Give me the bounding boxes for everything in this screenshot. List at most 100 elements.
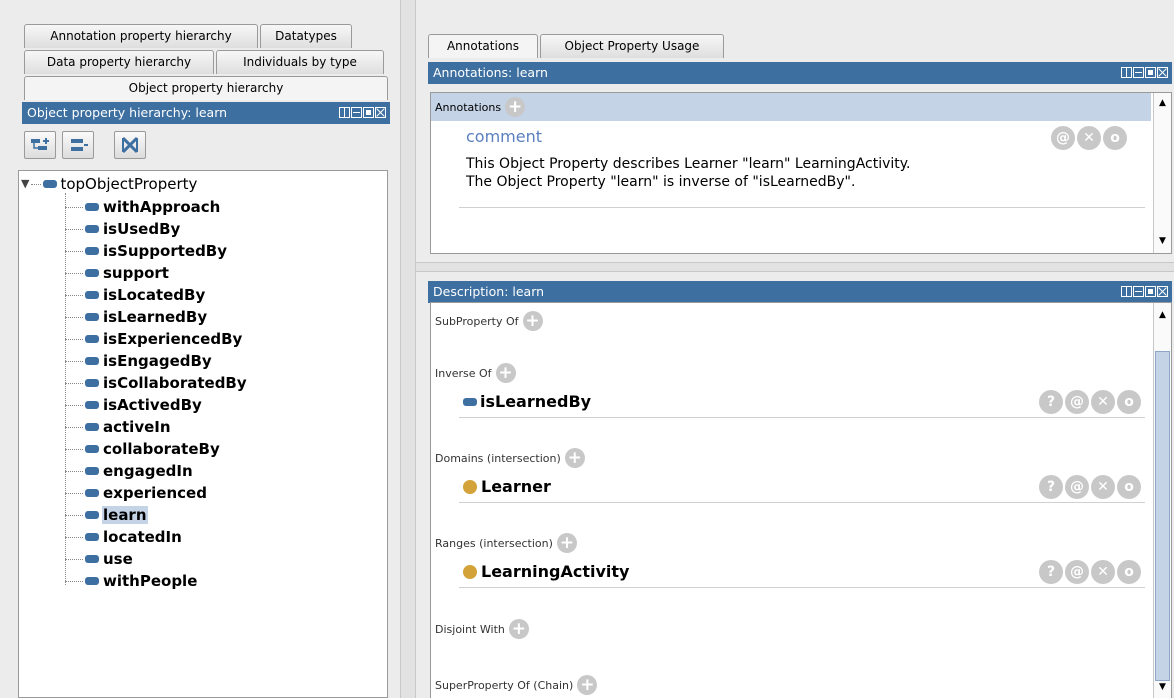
annotations-header-label: Annotations — [435, 100, 502, 114]
add-sub-property-button[interactable] — [24, 131, 56, 159]
pane-splitter[interactable] — [400, 0, 416, 698]
tree-item-isLearnedBy[interactable]: isLearnedBy — [65, 306, 208, 328]
tab-annotations[interactable]: Annotations — [428, 34, 538, 58]
annotate-icon[interactable]: @ — [1065, 475, 1089, 499]
tree-item-label: collaborateBy — [103, 440, 220, 458]
delete-property-button[interactable] — [114, 131, 146, 159]
maximize-icon[interactable] — [1145, 286, 1156, 297]
tree-item-label: support — [103, 264, 169, 282]
tree-item-support[interactable]: support — [65, 262, 170, 284]
tree-item-learn[interactable]: learn — [65, 504, 148, 526]
annotations-scrollbar[interactable]: ▲ ▼ — [1153, 93, 1171, 253]
tab-object-property-hierarchy[interactable]: Object property hierarchy — [24, 76, 388, 100]
tree-connector — [65, 514, 83, 516]
tab-annotation-property-hierarchy[interactable]: Annotation property hierarchy — [24, 24, 258, 48]
explain-icon[interactable]: ? — [1039, 560, 1063, 584]
split-vertical-icon[interactable] — [1121, 67, 1132, 78]
tree-item-activeIn[interactable]: activeIn — [65, 416, 172, 438]
scroll-thumb[interactable] — [1155, 351, 1170, 681]
tree-item-withPeople[interactable]: withPeople — [65, 570, 198, 592]
section-label: Inverse Of — [435, 366, 492, 380]
object-property-icon — [85, 489, 99, 497]
edit-icon[interactable]: o — [1103, 126, 1127, 150]
object-property-icon — [85, 423, 99, 431]
tree-item-engagedIn[interactable]: engagedIn — [65, 460, 194, 482]
tree-item-locatedIn[interactable]: locatedIn — [65, 526, 183, 548]
tree-item-isCollaboratedBy[interactable]: isCollaboratedBy — [65, 372, 248, 394]
tree-item-isExperiencedBy[interactable]: isExperiencedBy — [65, 328, 243, 350]
tree-item-isLocatedBy[interactable]: isLocatedBy — [65, 284, 206, 306]
tab-object-property-usage[interactable]: Object Property Usage — [540, 34, 724, 58]
delete-property-icon — [121, 136, 139, 154]
explain-icon[interactable]: ? — [1039, 475, 1063, 499]
delete-icon[interactable]: ✕ — [1091, 390, 1115, 414]
split-horizontal-icon[interactable] — [1133, 286, 1144, 297]
tree-item-label: isActivedBy — [103, 396, 202, 414]
tab-individuals-by-type[interactable]: Individuals by type — [216, 50, 384, 74]
close-view-icon[interactable] — [375, 107, 386, 118]
close-view-icon[interactable] — [1157, 286, 1168, 297]
tree-connector — [65, 338, 83, 340]
split-horizontal-icon[interactable] — [1133, 67, 1144, 78]
tree-root-label: topObjectProperty — [60, 175, 198, 193]
tree-item-isEngagedBy[interactable]: isEngagedBy — [65, 350, 213, 372]
annotate-icon[interactable]: @ — [1051, 126, 1075, 150]
scroll-down-icon[interactable]: ▼ — [1154, 679, 1171, 696]
scroll-down-icon[interactable]: ▼ — [1154, 233, 1171, 250]
tree-item-use[interactable]: use — [65, 548, 134, 570]
add-inverse-icon[interactable]: + — [495, 363, 516, 383]
add-subproperty-icon[interactable]: + — [522, 311, 543, 331]
tree-item-label: isSupportedBy — [103, 242, 228, 260]
tree-item-isUsedBy[interactable]: isUsedBy — [65, 218, 181, 240]
maximize-icon[interactable] — [363, 107, 374, 118]
description-scrollbar[interactable]: ▲ ▼ — [1153, 303, 1171, 698]
domain-entry[interactable]: Learner — [463, 477, 551, 496]
delete-icon[interactable]: ✕ — [1091, 475, 1115, 499]
tree-item-isSupportedBy[interactable]: isSupportedBy — [65, 240, 228, 262]
add-disjoint-icon[interactable]: + — [508, 619, 529, 639]
inverse-entry[interactable]: isLearnedBy — [463, 392, 591, 411]
tree-item-experienced[interactable]: experienced — [65, 482, 208, 504]
annotation-property-label[interactable]: comment — [466, 127, 542, 146]
add-annotation-icon[interactable]: + — [505, 97, 526, 117]
scroll-up-icon[interactable]: ▲ — [1154, 95, 1171, 112]
maximize-icon[interactable] — [1145, 67, 1156, 78]
scroll-up-icon[interactable]: ▲ — [1154, 307, 1171, 324]
annotate-icon[interactable]: @ — [1065, 390, 1089, 414]
delete-icon[interactable]: ✕ — [1091, 560, 1115, 584]
inverse-entry-label: isLearnedBy — [480, 392, 592, 411]
annotate-icon[interactable]: @ — [1065, 560, 1089, 584]
object-property-tree[interactable]: ▼ topObjectProperty withApproach isUsedB… — [18, 170, 388, 698]
tree-item-label: experienced — [103, 484, 207, 502]
edit-icon[interactable]: o — [1117, 560, 1141, 584]
delete-icon[interactable]: ✕ — [1077, 126, 1101, 150]
split-vertical-icon[interactable] — [339, 107, 350, 118]
object-property-icon — [85, 269, 99, 277]
add-sibling-property-icon — [71, 139, 88, 151]
edit-icon[interactable]: o — [1117, 475, 1141, 499]
split-horizontal-icon[interactable] — [351, 107, 362, 118]
range-entry[interactable]: LearningActivity — [463, 562, 629, 581]
tab-data-property-hierarchy[interactable]: Data property hierarchy — [24, 50, 214, 74]
object-property-icon — [463, 397, 477, 406]
add-chain-icon[interactable]: + — [577, 675, 598, 695]
horizontal-splitter[interactable] — [416, 262, 1174, 272]
tree-item-label: isUsedBy — [103, 220, 181, 238]
tree-item-withApproach[interactable]: withApproach — [65, 196, 221, 218]
tab-datatypes[interactable]: Datatypes — [260, 24, 352, 48]
add-range-icon[interactable]: + — [556, 533, 577, 553]
split-vertical-icon[interactable] — [1121, 286, 1132, 297]
tree-item-isActivedBy[interactable]: isActivedBy — [65, 394, 203, 416]
explain-icon[interactable]: ? — [1039, 390, 1063, 414]
add-sibling-property-button[interactable] — [62, 131, 94, 159]
close-view-icon[interactable] — [1157, 67, 1168, 78]
tree-connector — [65, 448, 83, 450]
tree-connector — [65, 228, 83, 230]
tree-item-collaborateBy[interactable]: collaborateBy — [65, 438, 221, 460]
tree-item-label: isExperiencedBy — [103, 330, 243, 348]
tree-root[interactable]: ▼ topObjectProperty — [21, 175, 197, 193]
add-domain-icon[interactable]: + — [564, 448, 585, 468]
expand-arrow-icon[interactable]: ▼ — [21, 175, 29, 193]
edit-icon[interactable]: o — [1117, 390, 1141, 414]
tree-connector — [65, 492, 83, 494]
